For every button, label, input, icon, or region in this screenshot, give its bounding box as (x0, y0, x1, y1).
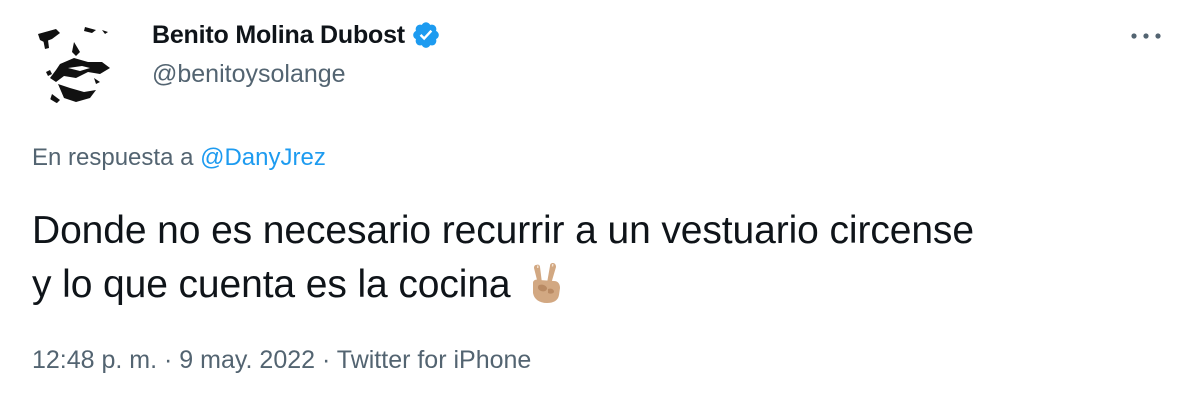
reply-to-link[interactable]: @DanyJrez (200, 144, 326, 171)
meta-separator: · (157, 346, 180, 374)
more-button[interactable] (1126, 18, 1166, 54)
victory-hand-emoji-icon (523, 261, 567, 305)
verified-badge-icon (411, 20, 441, 50)
sketch-portrait-icon (30, 12, 126, 108)
tweet-text-line: Donde no es necesario recurrir a un vest… (32, 209, 974, 252)
meta-separator-2: · (315, 346, 337, 374)
tweet-time[interactable]: 12:48 p. m. (32, 346, 157, 374)
author-name[interactable]: Benito Molina Dubost (152, 21, 405, 50)
tweet-text: Donde no es necesario recurrir a un vest… (32, 204, 1172, 312)
more-horizontal-icon (1131, 33, 1161, 39)
tweet-text-line-content: y lo que cuenta es la cocina (32, 263, 511, 306)
tweet-meta: 12:48 p. m. · 9 may. 2022 · Twitter for … (32, 346, 531, 375)
avatar[interactable] (30, 12, 126, 108)
tweet-source[interactable]: Twitter for iPhone (337, 346, 532, 374)
author-name-row: Benito Molina Dubost (152, 18, 441, 52)
tweet-date[interactable]: 9 may. 2022 (179, 346, 315, 374)
author-handle[interactable]: @benitoysolange (152, 60, 346, 89)
reply-prefix: En respuesta a (32, 144, 201, 171)
tweet-text-line-2: y lo que cuenta es la cocina (32, 258, 1172, 312)
tweet: Benito Molina Dubost @benitoysolange En … (0, 0, 1192, 412)
reply-context: En respuesta a @DanyJrez (32, 144, 326, 172)
